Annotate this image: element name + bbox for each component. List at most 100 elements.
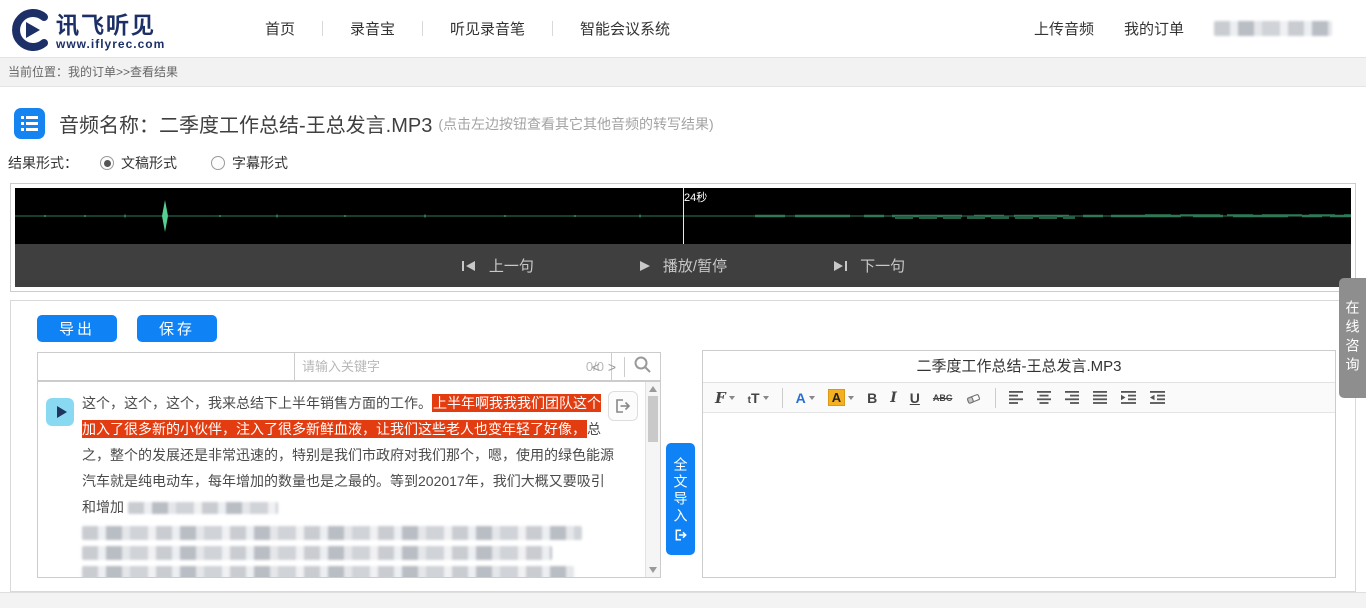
search-prev-button[interactable]: < <box>592 360 600 374</box>
export-icon <box>674 528 688 542</box>
prev-sentence-label: 上一句 <box>489 255 534 276</box>
format-option-label: 字幕形式 <box>232 153 288 173</box>
main-panel: 导出 保存 0/0 < > 这个，这个，这 <box>10 300 1356 592</box>
brand-name: 讯飞听见 <box>56 13 165 37</box>
align-justify-button[interactable] <box>1093 391 1108 404</box>
ear-play-icon <box>8 7 50 56</box>
font-family-button[interactable]: F <box>715 389 735 407</box>
editor-body[interactable] <box>703 413 1335 577</box>
chevron-down-icon <box>729 396 735 400</box>
waveform[interactable]: 24秒 <box>15 188 1351 244</box>
audio-name: 音频名称：二季度工作总结-王总发言.MP3 <box>59 109 432 138</box>
chevron-down-icon <box>809 396 815 400</box>
audio-player: 24秒 上一句 播放/暂停 下一句 <box>10 183 1356 292</box>
chevron-down-icon <box>848 396 854 400</box>
brand-url: www.iflyrec.com <box>56 37 165 51</box>
align-right-button[interactable] <box>1065 391 1080 404</box>
underline-button[interactable]: U <box>910 390 920 406</box>
brand-logo[interactable]: 讯飞听见 www.iflyrec.com <box>8 7 165 56</box>
outdent-icon <box>1150 391 1166 404</box>
font-color-button[interactable]: A <box>796 390 815 406</box>
divider <box>782 388 783 408</box>
online-support-label: 在线咨询 <box>1343 300 1363 376</box>
upload-audio-link[interactable]: 上传音频 <box>1034 18 1094 39</box>
editor-toolbar: F tT A A B I U ABC <box>703 383 1335 413</box>
search-input[interactable] <box>295 359 586 374</box>
export-icon <box>614 397 632 415</box>
format-option-subtitle[interactable]: 字幕形式 <box>211 153 288 173</box>
scroll-down-icon[interactable] <box>649 567 657 573</box>
radio-icon[interactable] <box>100 156 114 170</box>
divider <box>995 388 996 408</box>
import-full-text-button[interactable]: 全文导入 <box>666 443 695 555</box>
result-format-row: 结果形式： 文稿形式 字幕形式 <box>8 153 322 173</box>
scroll-up-icon[interactable] <box>649 386 657 392</box>
scrollbar[interactable] <box>645 382 660 577</box>
redacted-text <box>82 526 582 540</box>
nav-item-meeting[interactable]: 智能会议系统 <box>553 18 697 39</box>
prev-sentence-button[interactable]: 上一句 <box>461 255 534 276</box>
transcript-text[interactable]: 这个，这个，这个，我来总结下上半年销售方面的工作。上半年啊我我我们团队这个加入了… <box>82 390 614 578</box>
format-option-document[interactable]: 文稿形式 <box>100 153 177 173</box>
player-controls: 上一句 播放/暂停 下一句 <box>15 244 1351 287</box>
next-sentence-label: 下一句 <box>860 255 905 276</box>
transcript-panel: 这个，这个，这个，我来总结下上半年销售方面的工作。上半年啊我我我们团队这个加入了… <box>37 381 661 578</box>
sentence-play-button[interactable] <box>46 398 74 426</box>
list-icon <box>21 116 38 131</box>
indent-button[interactable] <box>1121 391 1137 404</box>
import-full-text-label: 全文导入 <box>671 457 691 525</box>
page: 讯飞听见 www.iflyrec.com 首页 录音宝 听见录音笔 智能会议系统… <box>0 0 1366 608</box>
nav-item-home[interactable]: 首页 <box>238 18 322 39</box>
search-icon <box>633 355 652 374</box>
strikethrough-button[interactable]: ABC <box>933 393 953 403</box>
redacted-text <box>82 546 552 560</box>
font-size-button[interactable]: tT <box>748 390 769 406</box>
align-left-icon <box>1009 391 1024 404</box>
editor-panel: 二季度工作总结-王总发言.MP3 F tT A A B I U ABC <box>702 350 1336 578</box>
time-marker: 24秒 <box>684 189 707 205</box>
search-tools: < > <box>592 353 660 380</box>
save-button[interactable]: 保存 <box>137 315 217 342</box>
next-icon <box>832 260 848 272</box>
prev-icon <box>461 260 477 272</box>
header: 讯飞听见 www.iflyrec.com 首页 录音宝 听见录音笔 智能会议系统… <box>0 0 1366 57</box>
search-button[interactable] <box>633 355 652 379</box>
play-icon <box>57 406 67 418</box>
main-nav: 首页 录音宝 听见录音笔 智能会议系统 <box>238 0 697 57</box>
redacted-text <box>128 502 278 514</box>
redacted-text <box>82 566 574 578</box>
nav-item-recorder[interactable]: 录音宝 <box>323 18 422 39</box>
play-pause-button[interactable]: 播放/暂停 <box>639 255 727 276</box>
clear-format-button[interactable] <box>965 390 982 406</box>
editor-title: 二季度工作总结-王总发言.MP3 <box>703 351 1335 383</box>
eraser-icon <box>965 390 982 406</box>
scroll-thumb[interactable] <box>648 396 658 442</box>
username-redacted[interactable] <box>1214 21 1332 36</box>
highlight-color-button[interactable]: A <box>828 389 854 406</box>
search-input-wrap: 0/0 <box>294 352 612 381</box>
align-center-button[interactable] <box>1037 391 1052 404</box>
page-bottom-strip <box>0 592 1366 608</box>
outdent-button[interactable] <box>1150 391 1166 404</box>
my-orders-link[interactable]: 我的订单 <box>1124 18 1184 39</box>
bold-button[interactable]: B <box>867 390 877 406</box>
next-sentence-button[interactable]: 下一句 <box>832 255 905 276</box>
align-left-button[interactable] <box>1009 391 1024 404</box>
export-button[interactable]: 导出 <box>37 315 117 342</box>
align-right-icon <box>1065 391 1080 404</box>
export-sentence-button[interactable] <box>608 391 638 421</box>
search-bar: 0/0 < > <box>37 352 661 381</box>
audio-title-row: 音频名称：二季度工作总结-王总发言.MP3 (点击左边按钮查看其它其他音频的转写… <box>14 108 714 139</box>
audio-list-button[interactable] <box>14 108 45 139</box>
indent-icon <box>1121 391 1137 404</box>
audio-hint: (点击左边按钮查看其它其他音频的转写结果) <box>438 114 713 134</box>
nav-item-pen[interactable]: 听见录音笔 <box>423 18 552 39</box>
play-icon <box>639 260 651 272</box>
radio-icon[interactable] <box>211 156 225 170</box>
online-support-tab[interactable]: 在线咨询 <box>1339 278 1366 398</box>
align-center-icon <box>1037 391 1052 404</box>
chevron-down-icon <box>763 396 769 400</box>
search-next-button[interactable]: > <box>608 360 616 374</box>
italic-button[interactable]: I <box>890 390 897 406</box>
divider <box>624 357 625 377</box>
